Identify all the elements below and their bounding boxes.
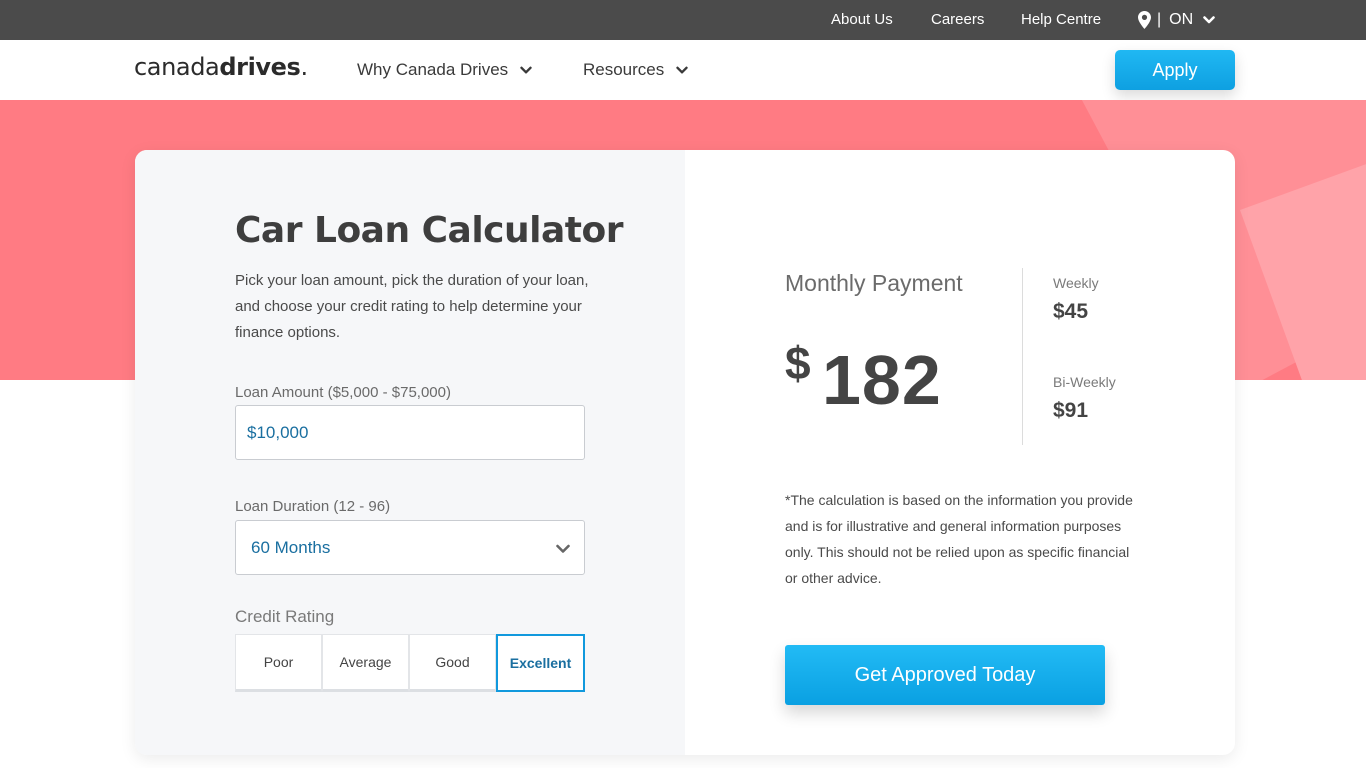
weekly-label: Weekly <box>1053 275 1099 291</box>
biweekly-label: Bi-Weekly <box>1053 374 1116 390</box>
location-pin-icon <box>1138 11 1151 29</box>
province-selector[interactable]: | ON <box>1138 10 1215 30</box>
currency-symbol: $ <box>785 337 811 389</box>
chevron-down-icon <box>556 544 570 553</box>
nav-why-canada-drives-label: Why Canada Drives <box>357 60 509 79</box>
nav-resources-label: Resources <box>583 60 665 79</box>
calculator-description: Pick your loan amount, pick the duration… <box>235 272 589 341</box>
top-utility-bar: About Us Careers Help Centre | ON <box>0 0 1366 40</box>
results-divider <box>1022 268 1023 445</box>
credit-rating-options: Poor Average Good Excellent <box>235 634 585 694</box>
apply-button[interactable]: Apply <box>1115 50 1235 90</box>
careers-link[interactable]: Careers <box>931 11 984 28</box>
chevron-down-icon <box>1203 16 1215 24</box>
logo-text-bold: drives <box>219 53 301 81</box>
loan-duration-label: Loan Duration (12 - 96) <box>235 498 391 515</box>
loan-duration-select[interactable]: 60 Months <box>235 520 585 575</box>
province-separator: | <box>1157 11 1162 28</box>
monthly-payment-label: Monthly Payment <box>785 270 963 296</box>
logo-text-mark: . <box>300 53 308 81</box>
loan-duration-value: 60 Months <box>251 537 331 557</box>
credit-option-good[interactable]: Good <box>409 634 496 692</box>
loan-amount-input[interactable] <box>236 406 584 459</box>
help-centre-link[interactable]: Help Centre <box>1021 11 1101 28</box>
monthly-payment-value: 182 <box>822 341 942 419</box>
credit-option-excellent[interactable]: Excellent <box>496 634 585 692</box>
loan-amount-field[interactable] <box>235 405 585 460</box>
chevron-down-icon <box>520 66 532 73</box>
nav-why-canada-drives[interactable]: Why Canada Drives <box>357 60 532 80</box>
credit-option-poor[interactable]: Poor <box>235 634 322 692</box>
chevron-down-icon <box>676 66 688 73</box>
page-title: Car Loan Calculator <box>235 210 623 251</box>
biweekly-value: $91 <box>1053 399 1089 422</box>
credit-option-average[interactable]: Average <box>322 634 409 692</box>
logo-text-regular: canada <box>134 53 220 81</box>
weekly-value: $45 <box>1053 300 1089 323</box>
calculation-disclaimer: *The calculation is based on the informa… <box>785 492 1133 586</box>
about-us-link[interactable]: About Us <box>831 11 893 28</box>
province-code: ON <box>1169 11 1194 28</box>
canada-drives-logo[interactable]: canadadrives. <box>134 53 308 81</box>
get-approved-button[interactable]: Get Approved Today <box>785 645 1105 705</box>
credit-rating-label: Credit Rating <box>235 607 335 626</box>
nav-resources[interactable]: Resources <box>583 60 688 80</box>
loan-amount-label: Loan Amount ($5,000 - $75,000) <box>235 384 451 401</box>
